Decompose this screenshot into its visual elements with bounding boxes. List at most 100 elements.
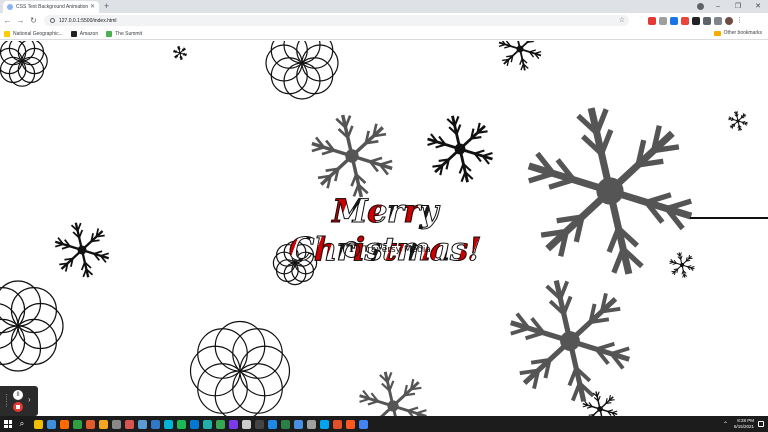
- natgeo-icon: [4, 30, 10, 37]
- swirl-snowflake-icon: [0, 280, 64, 372]
- taskbar-app-icon[interactable]: [307, 419, 316, 429]
- profile-menu-icon[interactable]: [697, 3, 704, 10]
- browser-toolbar: ← → ↻ 127.0.0.1:5500/index.html ☆ ⋮: [0, 13, 768, 28]
- taskbar-app-icon[interactable]: [242, 419, 251, 429]
- screen: CSS Text Background Animation ✕ + – ❐ ✕ …: [0, 0, 768, 432]
- globe-icon: [7, 4, 13, 10]
- snowflake-icon: [728, 111, 748, 131]
- search-icon[interactable]: ⌕: [16, 419, 28, 429]
- minimize-button[interactable]: –: [708, 0, 728, 13]
- swirl-snowflake-icon: [0, 41, 48, 87]
- maximize-button[interactable]: ❐: [728, 0, 748, 13]
- media-icon[interactable]: [714, 16, 722, 25]
- pause-button[interactable]: II: [13, 390, 23, 400]
- taskbar: ⌕ ⌃ 8:28 PM 6/15/2021: [0, 416, 768, 432]
- notifications-icon[interactable]: [758, 421, 764, 427]
- windows-icon: [4, 420, 12, 428]
- extension-icon[interactable]: [692, 16, 700, 25]
- forward-button[interactable]: →: [15, 13, 26, 28]
- taskbar-app-icon[interactable]: [99, 419, 108, 429]
- taskbar-app-icon[interactable]: [229, 419, 238, 429]
- bookmark-summit[interactable]: The Summit: [106, 30, 143, 37]
- new-tab-button[interactable]: +: [104, 1, 109, 12]
- info-icon[interactable]: [50, 18, 55, 23]
- taskbar-app-icon[interactable]: [125, 419, 134, 429]
- summit-icon: [106, 30, 113, 37]
- bookmark-amazon[interactable]: Amazon: [70, 30, 99, 37]
- clock[interactable]: 8:28 PM 6/15/2021: [734, 418, 754, 430]
- tab-active[interactable]: CSS Text Background Animation ✕: [3, 1, 99, 13]
- page-viewport: Merry Christmas! T Traversy Media: [0, 41, 768, 416]
- taskbar-app-icon[interactable]: [359, 419, 368, 429]
- window-close-button[interactable]: ✕: [748, 0, 768, 13]
- tab-title: CSS Text Background Animation: [16, 4, 88, 10]
- bookmark-label: The Summit: [115, 30, 143, 37]
- taskbar-app-icon[interactable]: [346, 419, 355, 429]
- puzzle-icon[interactable]: [703, 16, 711, 25]
- bookmarks-bar: National Geographic... Amazon The Summit…: [0, 28, 768, 40]
- start-button[interactable]: [0, 416, 16, 432]
- extension-icon[interactable]: [659, 16, 667, 25]
- taskbar-app-icon[interactable]: [190, 419, 199, 429]
- reload-button[interactable]: ↻: [28, 13, 39, 28]
- taskbar-app-icon[interactable]: [73, 419, 82, 429]
- clock-date: 6/15/2021: [733, 424, 754, 429]
- folder-icon: [713, 30, 721, 36]
- extension-icon[interactable]: [648, 16, 656, 25]
- snowflake-icon: [359, 371, 427, 416]
- taskbar-app-icon[interactable]: [320, 419, 329, 429]
- drag-handle-icon[interactable]: ⋮ ⋮: [3, 394, 10, 408]
- extension-icon[interactable]: [681, 16, 689, 25]
- snowflake-icon: [498, 41, 542, 71]
- swirl-snowflake-icon: [189, 320, 291, 416]
- amazon-icon: [70, 30, 77, 37]
- taskbar-app-icon[interactable]: [333, 419, 342, 429]
- taskbar-apps: [34, 419, 368, 429]
- taskbar-app-icon[interactable]: [177, 419, 186, 429]
- taskbar-app-icon[interactable]: [112, 419, 121, 429]
- snowflake-icon: [510, 279, 630, 403]
- window-controls: – ❐ ✕: [708, 0, 768, 13]
- swirl-snowflake-icon: [265, 41, 339, 100]
- menu-dots-icon[interactable]: ⋮: [736, 17, 743, 25]
- screen-recorder-widget: ⋮ ⋮ II ›: [0, 386, 38, 416]
- taskbar-app-icon[interactable]: [281, 419, 290, 429]
- system-tray: ⌃ 8:28 PM 6/15/2021: [723, 416, 764, 432]
- avatar[interactable]: [725, 16, 733, 25]
- bookmark-label: Amazon: [79, 30, 99, 37]
- taskbar-app-icon[interactable]: [294, 419, 303, 429]
- taskbar-app-icon[interactable]: [86, 419, 95, 429]
- tab-strip: CSS Text Background Animation ✕ + – ❐ ✕: [0, 0, 768, 13]
- taskbar-app-icon[interactable]: [164, 419, 173, 429]
- taskbar-app-icon[interactable]: [216, 419, 225, 429]
- bookmark-star-icon[interactable]: ☆: [619, 16, 625, 25]
- bookmark-natgeo[interactable]: National Geographic...: [4, 30, 63, 37]
- taskbar-app-icon[interactable]: [268, 419, 277, 429]
- brand-name: Traversy Media: [363, 244, 431, 255]
- other-bookmarks[interactable]: Other bookmarks: [713, 30, 762, 36]
- taskbar-app-icon[interactable]: [151, 419, 160, 429]
- snowflake-icon: [311, 114, 393, 198]
- close-icon[interactable]: ✕: [90, 4, 95, 10]
- chevron-right-icon[interactable]: ›: [28, 396, 31, 404]
- stop-button[interactable]: [13, 402, 23, 412]
- taskbar-app-icon[interactable]: [47, 419, 56, 429]
- horizontal-line: [690, 217, 768, 219]
- taskbar-app-icon[interactable]: [34, 419, 43, 429]
- brand-logo: T Traversy Media: [343, 241, 431, 258]
- snowflake-icon: [54, 222, 110, 278]
- traversy-logo-icon: T: [343, 241, 360, 258]
- taskbar-app-icon[interactable]: [60, 419, 69, 429]
- back-button[interactable]: ←: [2, 13, 13, 28]
- taskbar-app-icon[interactable]: [203, 419, 212, 429]
- snowflake-icon: [527, 107, 693, 275]
- address-bar[interactable]: 127.0.0.1:5500/index.html ☆: [44, 15, 629, 26]
- snowflake-icon: [173, 46, 187, 60]
- extension-icon[interactable]: [670, 16, 678, 25]
- address-url: 127.0.0.1:5500/index.html: [59, 17, 117, 24]
- snowflake-icon: [669, 252, 695, 278]
- snowflake-icon: [427, 115, 493, 183]
- taskbar-app-icon[interactable]: [138, 419, 147, 429]
- taskbar-app-icon[interactable]: [255, 419, 264, 429]
- chevron-up-icon[interactable]: ⌃: [723, 421, 728, 428]
